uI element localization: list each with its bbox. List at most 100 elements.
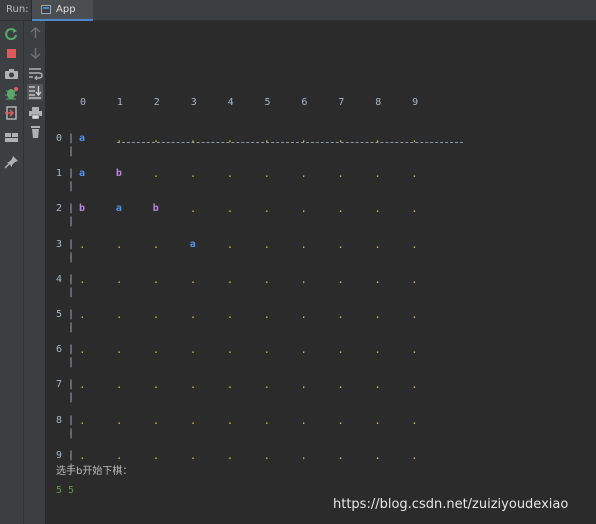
board-cell-empty: . — [226, 378, 234, 392]
board-cell-empty: . — [337, 202, 344, 216]
row-number: 3 — [56, 238, 63, 250]
board-cell-empty: . — [374, 378, 381, 392]
board-cell-piece-a: a — [79, 168, 86, 180]
row-number: 1 — [56, 168, 63, 180]
layout-icon[interactable] — [4, 130, 19, 144]
row-bar: | — [68, 203, 75, 215]
board-cell-empty: . — [79, 272, 86, 286]
board-cell-empty: . — [374, 202, 381, 216]
row-bar: | — [68, 344, 75, 356]
debug-icon[interactable] — [4, 86, 19, 100]
column-header: 2 — [153, 97, 160, 108]
board-cell-empty: . — [79, 237, 86, 251]
row-bar: | — [68, 427, 75, 439]
row-number: 2 — [56, 203, 63, 215]
board-cell-empty: . — [115, 343, 123, 357]
row-bar: | — [68, 181, 75, 193]
row-bar: | — [68, 309, 75, 320]
tab-label: App — [56, 4, 76, 15]
board-cell-piece-b: b — [79, 203, 86, 215]
board-cell-empty: . — [189, 308, 197, 321]
board-cell-empty: . — [226, 202, 234, 216]
board-cell-empty: . — [79, 413, 86, 427]
tab-app[interactable]: App — [31, 0, 93, 21]
row-number: 0 — [56, 133, 63, 144]
trash-icon[interactable] — [28, 125, 43, 139]
board-cell-empty: . — [79, 343, 86, 357]
row-bar: | — [68, 273, 75, 285]
row-bar: | — [68, 379, 75, 391]
down-arrow-icon[interactable] — [28, 46, 43, 60]
board-cell-empty: . — [263, 308, 271, 321]
board-cell-empty: . — [337, 343, 344, 357]
board-cell-empty: . — [374, 448, 381, 462]
board-cell-empty: . — [79, 308, 86, 321]
board-cell-empty: . — [411, 167, 418, 181]
board-cell-empty: . — [263, 413, 271, 427]
board-cell-empty: . — [189, 378, 197, 392]
board-cell-empty: . — [337, 413, 344, 427]
row-number: 9 — [56, 449, 63, 461]
column-header: 1 — [116, 97, 123, 108]
stop-icon[interactable] — [4, 47, 19, 61]
rerun-icon[interactable] — [4, 27, 19, 41]
board-cell-empty: . — [337, 448, 344, 462]
row-bar: | — [68, 357, 75, 369]
board-cell-empty: . — [189, 132, 197, 145]
board-cell-empty: . — [300, 413, 308, 427]
column-header: 6 — [301, 97, 308, 108]
board-cell-empty: . — [263, 448, 271, 462]
board-cell-empty: . — [152, 413, 160, 427]
board-cell-empty: . — [300, 378, 308, 392]
board-cell-empty: . — [263, 237, 271, 251]
camera-icon[interactable] — [4, 67, 19, 81]
row-bar: | — [68, 133, 75, 144]
board-cell-empty: . — [115, 413, 123, 427]
console-toolbar — [24, 21, 46, 524]
soft-wrap-icon[interactable] — [28, 66, 43, 80]
up-arrow-icon[interactable] — [28, 26, 43, 40]
board-cell-empty: . — [411, 448, 418, 462]
board-cell-empty: . — [226, 167, 234, 181]
board-cell-empty: . — [411, 378, 418, 392]
row-bar: | — [68, 449, 75, 461]
board-cell-empty: . — [300, 448, 308, 462]
row-bar: | — [68, 322, 75, 333]
board-cell-empty: . — [374, 167, 381, 181]
pin-icon[interactable] — [4, 155, 19, 169]
row-number: 6 — [56, 344, 63, 356]
row-number: 4 — [56, 273, 63, 285]
board-cell-empty: . — [411, 272, 418, 286]
application-icon — [41, 5, 51, 14]
board-cell-empty: . — [152, 378, 160, 392]
row-number: 7 — [56, 379, 63, 391]
scroll-to-end-icon[interactable] — [27, 84, 43, 100]
board-cell-empty: . — [411, 237, 418, 251]
column-header: 3 — [190, 97, 197, 108]
board-separator — [117, 142, 463, 143]
print-icon[interactable] — [28, 106, 43, 120]
board-cell-empty: . — [226, 132, 234, 145]
row-bar: | — [68, 251, 75, 263]
board-cell-empty: . — [374, 308, 381, 321]
board-cell-empty: . — [300, 132, 308, 145]
board-cell-piece-b: b — [152, 203, 159, 215]
board-cell-empty: . — [337, 167, 344, 181]
board-cell-empty: . — [152, 308, 160, 321]
row-number: 8 — [56, 414, 63, 426]
board-cell-piece-a: a — [189, 238, 196, 250]
board-cell-empty: . — [263, 378, 271, 392]
column-header: 5 — [264, 97, 271, 108]
exit-icon[interactable] — [4, 106, 19, 120]
console-output[interactable]: 0 1 2 3 4 5 6 7 8 9 0 | | a......... 1 | | a b........ 2 | | b… — [47, 21, 596, 524]
board-cell-empty: . — [226, 308, 234, 321]
board-cell-empty: . — [300, 343, 308, 357]
board-cell-empty: . — [300, 237, 308, 251]
board-cell-empty: . — [374, 272, 381, 286]
board-cell-empty: . — [226, 343, 234, 357]
board-cell-empty: . — [189, 272, 197, 286]
row-number: 5 — [56, 309, 63, 320]
board-cell-empty: . — [263, 167, 271, 181]
board-cell-empty: . — [115, 378, 123, 392]
board-cell-empty: . — [226, 272, 234, 286]
